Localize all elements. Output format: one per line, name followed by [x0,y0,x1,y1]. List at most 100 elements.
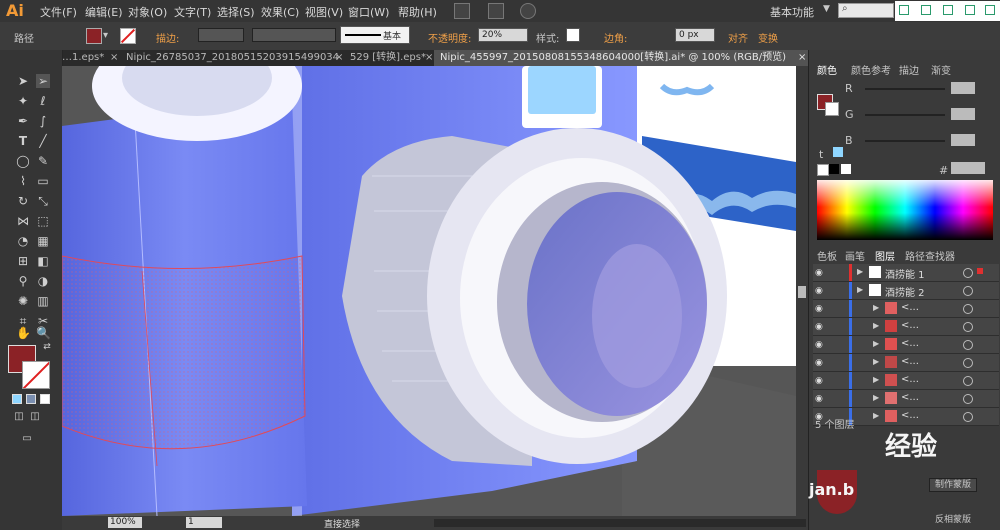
invert-mask-checkbox[interactable]: 反相蒙版 [935,512,971,525]
tab-brushes[interactable]: 画笔 [845,248,865,263]
blend-tool-icon[interactable]: ◑ [36,274,50,288]
menu-type[interactable]: 文字(T) [174,4,211,20]
target-circle-icon[interactable] [963,394,973,404]
window-icon-2[interactable] [921,5,931,15]
color-mode-icon[interactable] [12,394,22,404]
make-mask-button[interactable]: 制作蒙版 [929,478,977,492]
window-icon-5[interactable] [985,5,995,15]
visibility-eye-icon[interactable]: ◉ [815,340,823,350]
expand-arrow-icon[interactable]: ▶ [873,357,879,366]
brush-tool-icon[interactable]: ⌇ [16,174,30,188]
workspace-dropdown-icon[interactable]: ▼ [823,4,830,14]
tab-doc-2[interactable]: Nipic_26785037_20180515203915499034.ai* [120,50,340,66]
visibility-eye-icon[interactable]: ◉ [815,394,823,404]
r-slider[interactable]: R [845,82,995,96]
expand-arrow-icon[interactable]: ▶ [873,393,879,402]
layer-row[interactable]: ◉ ▶ <... [813,300,999,318]
close-icon[interactable]: × [110,50,118,66]
scroll-thumb[interactable] [798,286,806,298]
layer-row[interactable]: ◉ ▶ <... [813,318,999,336]
layer-row[interactable]: ◉ ▶ <... [813,336,999,354]
brush-definition[interactable]: 基本 [340,26,410,44]
close-icon[interactable]: × [335,50,343,66]
variable-width-profile[interactable] [252,28,336,42]
swap-fill-stroke-icon[interactable]: ⇄ [40,340,54,354]
menu-effect[interactable]: 效果(C) [261,4,299,20]
layer-row[interactable]: ◉ ▶ <... [813,354,999,372]
target-circle-icon[interactable] [963,304,973,314]
none-color-icon[interactable] [817,164,829,176]
expand-arrow-icon[interactable]: ▶ [873,321,879,330]
expand-arrow-icon[interactable]: ▶ [873,303,879,312]
color-spectrum[interactable] [817,180,993,240]
visibility-eye-icon[interactable]: ◉ [815,322,823,332]
zoom-field[interactable]: 100% [108,517,142,528]
menu-window[interactable]: 窗口(W) [348,4,389,20]
tab-color[interactable]: 颜色 [817,62,837,77]
eraser-tool-icon[interactable]: ▭ [36,174,50,188]
visibility-eye-icon[interactable]: ◉ [815,358,823,368]
shape-builder-tool-icon[interactable]: ◔ [16,234,30,248]
type-tool-icon[interactable]: T [16,134,30,148]
opacity-field[interactable]: 20% [478,28,528,42]
b-slider[interactable]: B [845,134,995,148]
menu-edit[interactable]: 编辑(E) [85,4,123,20]
expand-arrow-icon[interactable]: ▶ [857,285,863,294]
pen-tool-icon[interactable]: ✒ [16,114,30,128]
artboard-canvas[interactable] [62,66,796,516]
bridge-icon[interactable] [454,3,470,19]
menu-view[interactable]: 视图(V) [305,4,343,20]
workspace-switcher[interactable]: 基本功能 [770,4,814,20]
transform-link[interactable]: 变换 [758,30,778,45]
panel-stroke-swatch[interactable] [825,102,839,116]
tab-color-guide[interactable]: 颜色参考 [851,62,891,77]
perspective-grid-tool-icon[interactable]: ▦ [36,234,50,248]
visibility-eye-icon[interactable]: ◉ [815,268,823,278]
pencil-tool-icon[interactable]: ✎ [36,154,50,168]
visibility-eye-icon[interactable]: ◉ [815,376,823,386]
black-swatch[interactable] [829,164,839,174]
free-transform-tool-icon[interactable]: ⬚ [36,214,50,228]
hand-tool-icon[interactable]: ✋ [16,326,31,340]
gpu-performance-icon[interactable] [520,3,536,19]
tab-swatches[interactable]: 色板 [817,248,837,263]
target-circle-icon[interactable] [963,376,973,386]
expand-arrow-icon[interactable]: ▶ [873,339,879,348]
magic-wand-tool-icon[interactable]: ✦ [16,94,30,108]
draw-behind-icon[interactable]: ◫ [28,410,42,424]
line-tool-icon[interactable]: ╱ [36,134,50,148]
target-circle-icon[interactable] [963,286,973,296]
stroke-swatch[interactable] [120,28,136,44]
gradient-tool-icon[interactable]: ◧ [36,254,50,268]
none-mode-icon[interactable] [40,394,50,404]
selection-tool-icon[interactable]: ➤ [16,74,30,88]
direct-selection-tool-icon[interactable]: ➢ [36,74,50,88]
g-slider[interactable]: G [845,108,995,122]
fill-swatch[interactable] [86,28,102,44]
align-link[interactable]: 对齐 [728,30,748,45]
menu-file[interactable]: 文件(F) [40,4,77,20]
expand-arrow-icon[interactable]: ▶ [857,267,863,276]
visibility-eye-icon[interactable]: ◉ [815,304,823,314]
lasso-tool-icon[interactable]: ℓ [36,94,50,108]
tab-pathfinder[interactable]: 路径查找器 [905,248,955,263]
tab-stroke[interactable]: 描边 [899,62,919,77]
layer-row[interactable]: ◉ ▶ 酒捞能 2 [813,282,999,300]
symbol-sprayer-tool-icon[interactable]: ✺ [16,294,30,308]
layer-row[interactable]: ◉ ▶ <... [813,372,999,390]
column-graph-tool-icon[interactable]: ▥ [36,294,50,308]
menu-object[interactable]: 对象(O) [128,4,167,20]
fill-dropdown-icon[interactable]: ▾ [103,30,108,41]
tab-layers[interactable]: 图层 [875,248,895,263]
white-swatch[interactable] [841,164,851,174]
websafe-swatch[interactable] [833,147,843,157]
gradient-mode-icon[interactable] [26,394,36,404]
out-of-gamut-icon[interactable]: t [819,148,827,161]
screen-mode-icon[interactable]: ▭ [20,432,34,446]
vertical-scrollbar[interactable] [796,66,808,516]
corner-label[interactable]: 边角: [604,30,627,45]
draw-normal-icon[interactable]: ◫ [12,410,26,424]
stroke-label[interactable]: 描边: [156,30,179,45]
menu-help[interactable]: 帮助(H) [398,4,437,20]
opacity-label[interactable]: 不透明度: [428,30,471,45]
